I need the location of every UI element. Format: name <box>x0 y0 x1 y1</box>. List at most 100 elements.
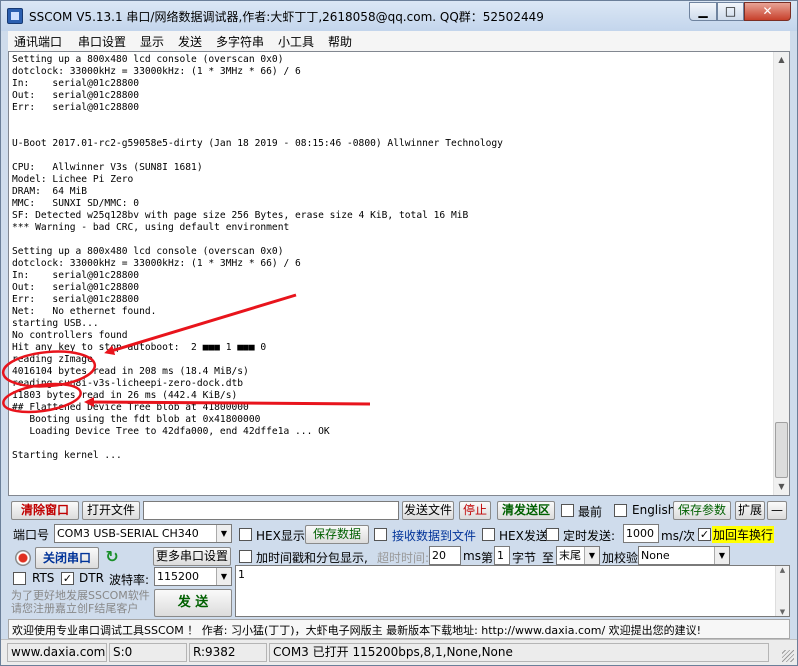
last-checkbox[interactable] <box>561 504 574 517</box>
open-file-button[interactable]: 打开文件 <box>82 501 140 520</box>
refresh-icon[interactable]: ↻ <box>103 548 121 566</box>
scroll-up-icon[interactable]: ▲ <box>774 52 789 68</box>
rts-checkbox[interactable] <box>13 572 26 585</box>
minimize-button[interactable]: ▁ <box>689 2 717 21</box>
receive-console[interactable]: Setting up a 800x480 lcd console (oversc… <box>8 51 790 496</box>
interval-input[interactable]: 1000 <box>623 524 659 543</box>
baud-value: 115200 <box>157 570 199 583</box>
menu-port-settings[interactable]: 串口设置 <box>78 33 126 50</box>
hex-display-checkbox[interactable] <box>239 528 252 541</box>
console-line: U-Boot 2017.01-rc2-g59058e5-dirty (Jan 1… <box>12 138 503 149</box>
recv-to-file-label[interactable]: 接收数据到文件 <box>392 527 476 544</box>
recv-to-file-checkbox[interactable] <box>374 528 387 541</box>
dtr-label: DTR <box>79 571 104 585</box>
timestamp-checkbox[interactable] <box>239 550 252 563</box>
console-line: DRAM: 64 MiB <box>12 186 88 197</box>
send-button[interactable]: 发 送 <box>154 589 232 617</box>
stop-button[interactable]: 停止 <box>459 501 491 520</box>
timed-send-checkbox[interactable] <box>546 528 559 541</box>
resize-grip-icon[interactable] <box>782 650 794 662</box>
menu-tools[interactable]: 小工具 <box>278 33 314 50</box>
clear-window-button[interactable]: 清除窗口 <box>11 501 79 520</box>
save-data-button[interactable]: 保存数据 <box>305 525 369 544</box>
timestamp-label: 加时间戳和分包显示, <box>256 551 368 565</box>
close-button[interactable]: ✕ <box>744 2 791 21</box>
hex-send-checkbox[interactable] <box>482 528 495 541</box>
scroll-down-icon[interactable]: ▼ <box>774 479 789 495</box>
timed-send-label: 定时发送: <box>563 529 616 543</box>
menu-help[interactable]: 帮助 <box>328 33 352 50</box>
console-scrollbar[interactable]: ▲ ▼ <box>773 52 789 495</box>
checksum-value: None <box>641 549 670 562</box>
scroll-down-icon[interactable]: ▼ <box>776 608 789 616</box>
timeout-input[interactable]: 20 <box>429 546 461 565</box>
interval-unit: ms/次 <box>661 529 695 543</box>
promo-text[interactable]: 为了更好地发展SSCOM软件 请您注册嘉立创F结尾客户 <box>11 589 150 615</box>
english-checkbox[interactable] <box>614 504 627 517</box>
collapse-button[interactable]: — <box>767 501 787 520</box>
title-bar[interactable]: SSCOM V5.13.1 串口/网络数据调试器,作者:大虾丁丁,2618058… <box>1 1 797 31</box>
rts-label: RTS <box>32 571 55 585</box>
status-site[interactable]: www.daxia.com <box>7 643 107 662</box>
ad-text[interactable]: 欢迎使用专业串口调试工具SSCOM ！ 作者: 习小猛(丁丁)，大虾电子网版主 … <box>12 622 701 638</box>
port-value: COM3 USB-SERIAL CH340 <box>57 527 199 540</box>
hex-send-label: HEX发送 <box>499 529 548 543</box>
more-port-settings-button[interactable]: 更多串口设置 <box>153 547 231 566</box>
port-select[interactable]: COM3 USB-SERIAL CH340 ▼ <box>54 524 232 543</box>
end-select[interactable]: 末尾 ▼ <box>556 546 600 565</box>
chevron-down-icon: ▼ <box>584 547 599 564</box>
last-label: 最前 <box>578 505 603 519</box>
console-line: dotclock: 33000kHz = 33000kHz: (1 * 3MHz… <box>12 66 301 77</box>
close-port-button[interactable]: 关闭串口 <box>35 547 99 569</box>
end-value: 末尾 <box>559 549 581 562</box>
menu-multi-string[interactable]: 多字符串 <box>216 33 264 50</box>
status-received: R:9382 <box>189 643 267 662</box>
app-window: SSCOM V5.13.1 串口/网络数据调试器,作者:大虾丁丁,2618058… <box>0 0 798 666</box>
console-line: Setting up a 800x480 lcd console (oversc… <box>12 246 284 257</box>
chevron-down-icon: ▼ <box>216 525 231 542</box>
to-label: 至 <box>542 551 555 565</box>
status-sent: S:0 <box>109 643 187 662</box>
clear-send-button[interactable]: 清发送区 <box>497 501 555 520</box>
checksum-select[interactable]: None ▼ <box>638 546 730 565</box>
console-line: Booting using the fdt blob at 0x41800000 <box>12 414 261 425</box>
console-line: In: serial@01c28800 <box>12 270 140 281</box>
console-line: Net: No ethernet found. <box>12 306 157 317</box>
console-line: dotclock: 33000kHz = 33000kHz: (1 * 3MHz… <box>12 258 301 269</box>
menu-comm-port[interactable]: 通讯端口 <box>14 33 62 50</box>
expand-button[interactable]: 扩展 <box>735 501 765 520</box>
console-line: In: serial@01c28800 <box>12 78 140 89</box>
send-text-area[interactable]: 1 ▲ ▼ <box>235 565 790 617</box>
app-icon <box>7 8 23 24</box>
send-area-scrollbar[interactable]: ▲ ▼ <box>775 566 789 616</box>
console-line: Setting up a 800x480 lcd console (oversc… <box>12 54 284 65</box>
maximize-button[interactable]: □ <box>717 2 744 21</box>
scroll-up-icon[interactable]: ▲ <box>776 566 789 574</box>
port-open-indicator <box>15 550 31 566</box>
status-port: COM3 已打开 115200bps,8,1,None,None <box>269 643 769 662</box>
console-line: reading sun8i-v3s-licheepi-zero-dock.dtb <box>12 378 244 389</box>
scroll-thumb[interactable] <box>775 422 788 478</box>
hex-display-label: HEX显示 <box>256 529 305 543</box>
console-line: reading zImage <box>12 354 93 365</box>
console-line: Out: serial@01c28800 <box>12 282 140 293</box>
console-line: SF: Detected w25q128bv with page size 25… <box>12 210 469 221</box>
baud-select[interactable]: 115200 ▼ <box>154 567 232 586</box>
menu-display[interactable]: 显示 <box>140 33 164 50</box>
save-params-button[interactable]: 保存参数 <box>673 501 731 520</box>
console-line: Loading Device Tree to 42dfa000, end 42d… <box>12 426 330 437</box>
checksum-label: 加校验 <box>602 551 639 565</box>
file-path-input[interactable] <box>143 501 399 520</box>
send-text: 1 <box>238 568 245 581</box>
add-crlf-checkbox[interactable]: ✓ <box>698 528 711 541</box>
console-output: Setting up a 800x480 lcd console (oversc… <box>12 54 772 462</box>
dtr-checkbox[interactable]: ✓ <box>61 572 74 585</box>
console-line: CPU: Allwinner V3s (SUN8I 1681) <box>12 162 203 173</box>
chevron-down-icon: ▼ <box>714 547 729 564</box>
byte-input[interactable]: 1 <box>494 546 510 565</box>
window-title: SSCOM V5.13.1 串口/网络数据调试器,作者:大虾丁丁,2618058… <box>29 10 544 24</box>
send-file-button[interactable]: 发送文件 <box>402 501 454 520</box>
menu-send[interactable]: 发送 <box>178 33 202 50</box>
